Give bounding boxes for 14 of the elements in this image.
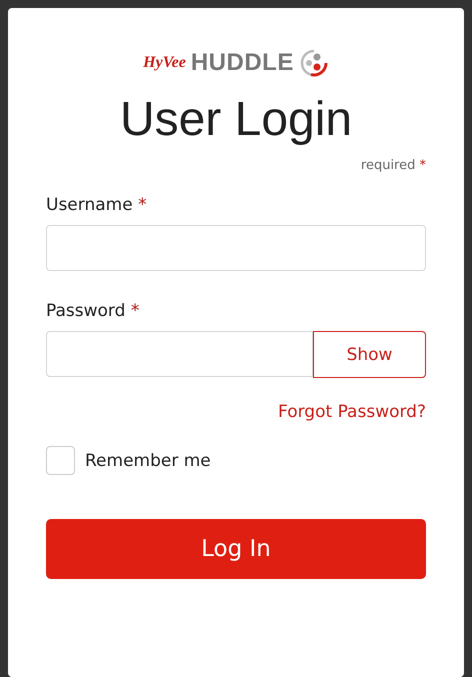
product-logo-text: HUDDLE — [190, 49, 294, 77]
huddle-logo-icon — [298, 48, 329, 78]
password-label: Password * — [46, 301, 140, 321]
remember-me-label: Remember me — [85, 450, 211, 470]
page-title: User Login — [118, 92, 354, 148]
remember-checkbox[interactable] — [46, 446, 75, 475]
brand-logo-text: HyVee — [143, 54, 186, 72]
forgot-password-link[interactable]: Forgot Password? — [278, 402, 426, 422]
login-button[interactable]: Log In — [46, 519, 426, 579]
required-note: required * — [360, 158, 426, 173]
show-password-button[interactable]: Show — [313, 331, 426, 378]
username-field[interactable] — [46, 225, 426, 271]
username-label: Username * — [46, 195, 147, 215]
password-field[interactable] — [46, 331, 313, 377]
